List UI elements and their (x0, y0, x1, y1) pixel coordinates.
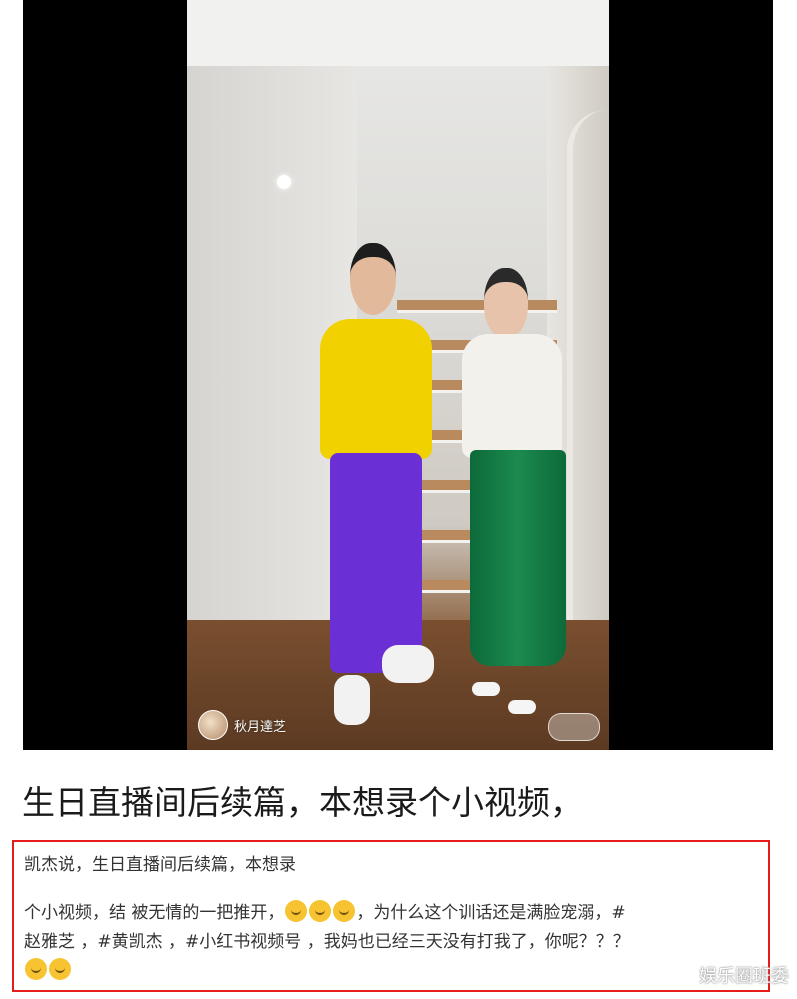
laughing-face-icon (333, 900, 356, 922)
man-shoe (334, 675, 370, 725)
woman-in-green-skirt (442, 262, 592, 722)
woman-shoe (508, 700, 536, 714)
video-frame-image (187, 0, 609, 750)
description-line-2-part-b: ，为什么这个训话还是满脸宠溺，# (356, 903, 626, 923)
woman-cardigan (462, 334, 562, 458)
laughing-face-icon (285, 900, 308, 922)
laughing-face-icon (309, 900, 332, 922)
man-shoe (382, 645, 434, 683)
man-pants (330, 453, 422, 673)
ceiling-light (277, 175, 291, 189)
laughing-face-icon (49, 958, 71, 980)
author-name[interactable]: 秋月達芝 (234, 716, 286, 735)
description-line-4 (24, 958, 72, 984)
highlighted-description: 凯杰说，生日直播间后续篇，本想录 个小视频，结 被无情的一把推开， ，为什么这个训… (12, 840, 770, 992)
video-author[interactable]: 秋月達芝 (198, 710, 286, 740)
man-in-yellow-shirt (292, 235, 442, 750)
description-line-2: 个小视频，结 被无情的一把推开， ，为什么这个训话还是满脸宠溺，# (24, 900, 626, 926)
watermark: 娱乐圈班委 (699, 966, 789, 987)
woman-shoe (472, 682, 500, 696)
avatar[interactable] (198, 710, 228, 740)
ceiling (187, 0, 609, 66)
article-headline: 生日直播间后续篇，本想录个小视频， (22, 783, 583, 822)
description-line-1: 凯杰说，生日直播间后续篇，本想录 (24, 855, 296, 875)
description-line-2-part-a: 个小视频，结 被无情的一把推开， (24, 903, 285, 923)
man-head (350, 243, 396, 315)
man-shirt (320, 319, 432, 459)
video-control-badge[interactable] (548, 713, 600, 741)
woman-head (484, 268, 528, 338)
woman-skirt (470, 450, 566, 666)
laughing-face-icon (25, 958, 47, 980)
description-line-3: 赵雅芝 ，#黄凯杰 ，#小红书视频号 ，我妈也已经三天没有打我了，你呢？？？ (24, 932, 630, 952)
